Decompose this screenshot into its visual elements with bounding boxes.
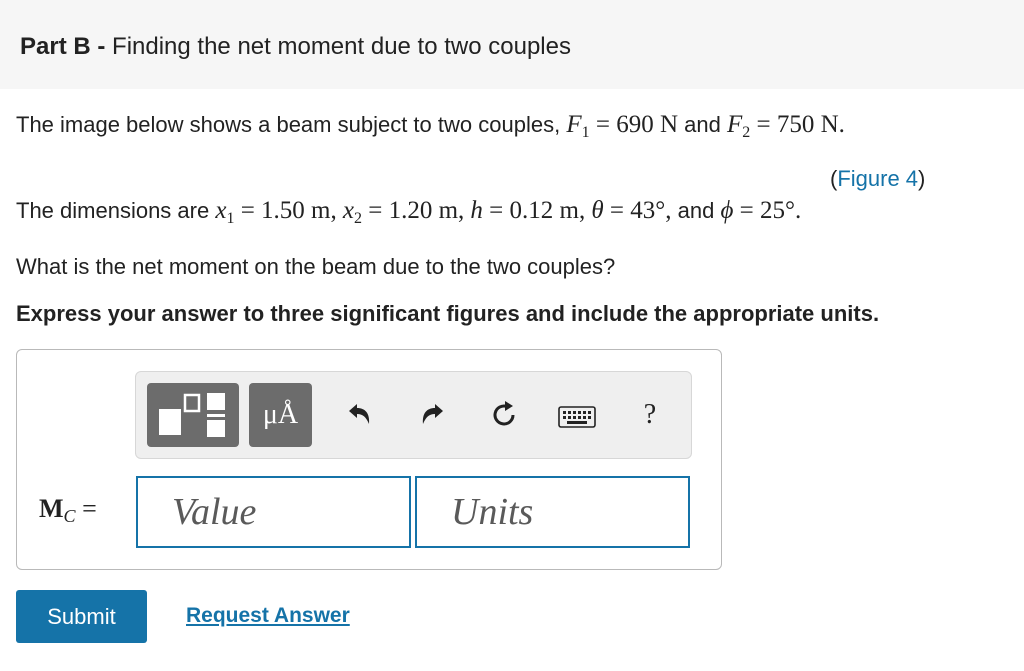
redo-button[interactable] bbox=[417, 398, 449, 430]
units-icon: μÅ bbox=[262, 399, 299, 430]
question-text: What is the net moment on the beam due t… bbox=[16, 254, 616, 279]
keyboard-button[interactable] bbox=[557, 404, 597, 430]
instruction-text: Express your answer to three significant… bbox=[16, 301, 880, 326]
redo-icon bbox=[422, 404, 443, 424]
part-header: Part B - Finding the net moment due to t… bbox=[0, 0, 1024, 89]
undo-button[interactable] bbox=[343, 398, 375, 430]
units-button[interactable]: μÅ bbox=[249, 383, 312, 447]
problem-line-1: The image below shows a beam subject to … bbox=[16, 111, 845, 141]
units-input[interactable]: Units bbox=[415, 476, 690, 548]
keyboard-icon bbox=[558, 406, 596, 428]
help-button[interactable]: ? bbox=[636, 398, 664, 432]
request-answer-link[interactable]: Request Answer bbox=[186, 604, 350, 628]
reset-icon bbox=[493, 401, 515, 426]
submit-button[interactable]: Submit bbox=[16, 590, 147, 643]
problem-line-2: The dimensions are x1 = 1.50 m, x2 = 1.2… bbox=[16, 197, 802, 227]
reset-button[interactable] bbox=[487, 398, 521, 432]
help-icon: ? bbox=[643, 399, 657, 430]
templates-icon bbox=[159, 393, 225, 437]
undo-icon bbox=[349, 404, 370, 424]
templates-button[interactable] bbox=[147, 383, 239, 447]
figure-link[interactable]: (Figure 4) bbox=[830, 166, 925, 192]
part-title: Part B - Finding the net moment due to t… bbox=[20, 33, 571, 60]
value-input[interactable]: Value bbox=[136, 476, 411, 548]
answer-label: MC = bbox=[39, 494, 97, 526]
